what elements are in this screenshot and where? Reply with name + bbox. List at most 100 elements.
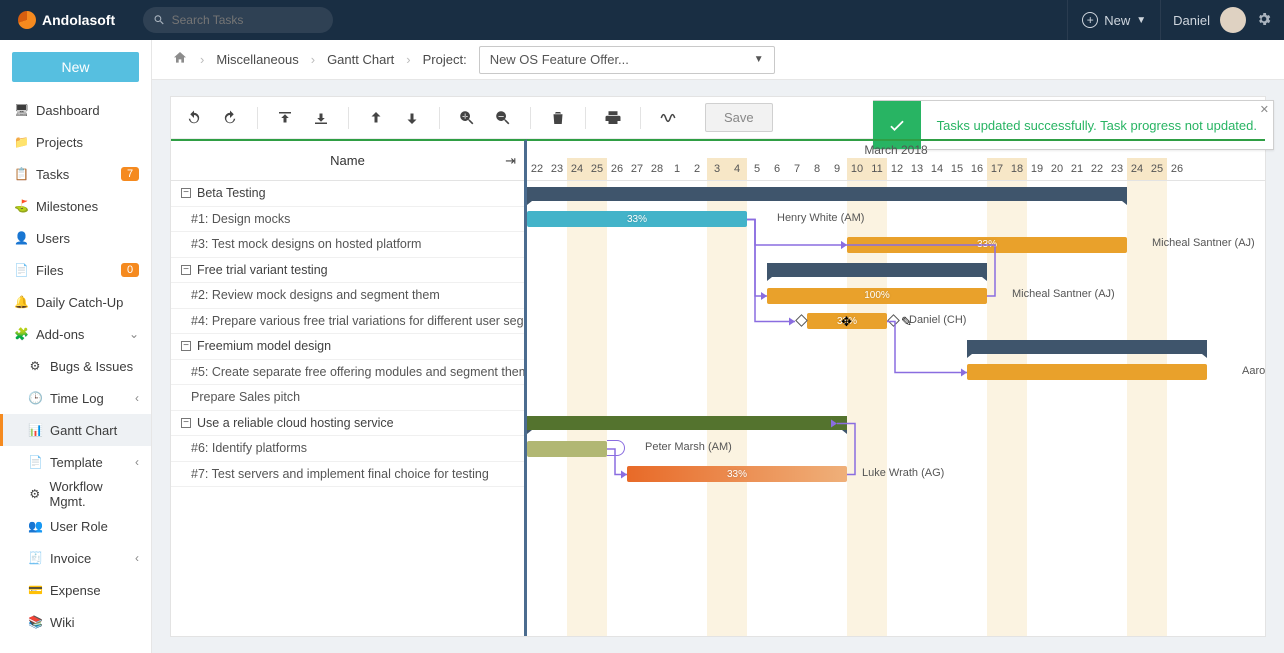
nav-icon: 📄: [28, 455, 42, 469]
sidebar-subitem[interactable]: 🕒Time Log‹: [0, 382, 151, 414]
task-group[interactable]: −Beta Testing: [171, 181, 524, 207]
zoom-out-button[interactable]: [494, 109, 512, 127]
nav-icon: 📁: [14, 135, 28, 149]
day-cell: 20: [1047, 158, 1067, 180]
day-cell: 15: [947, 158, 967, 180]
sidebar-item[interactable]: 🔔Daily Catch-Up: [0, 286, 151, 318]
nav-icon: 📚: [28, 615, 42, 629]
user-name: Daniel: [1173, 13, 1210, 28]
task-group[interactable]: −Free trial variant testing: [171, 258, 524, 284]
collapse-icon[interactable]: −: [181, 341, 191, 351]
critical-path-button[interactable]: [659, 109, 677, 127]
task-group[interactable]: −Freemium model design: [171, 334, 524, 360]
badge: 7: [121, 167, 139, 181]
summary-bar[interactable]: [527, 416, 847, 430]
chevron-down-icon: ▼: [1136, 15, 1146, 26]
undo-button[interactable]: [185, 109, 203, 127]
search-icon: [153, 13, 165, 27]
user-area[interactable]: Daniel: [1161, 7, 1284, 33]
task-row[interactable]: #3: Test mock designs on hosted platform: [171, 232, 524, 258]
sidebar-subitem[interactable]: ⚙Bugs & Issues: [0, 350, 151, 382]
crumb-3: Project:: [423, 52, 467, 67]
task-bar[interactable]: 33%: [847, 237, 1127, 253]
brand[interactable]: Andolasoft: [0, 11, 133, 29]
sidebar-item[interactable]: 👤Users: [0, 222, 151, 254]
gantt-timeline[interactable]: March 2018 22232425262728123456789101112…: [527, 139, 1265, 636]
day-cell: 11: [867, 158, 887, 180]
task-bar[interactable]: [527, 441, 607, 457]
edit-icon[interactable]: ✎: [901, 314, 912, 330]
crumb-1[interactable]: Miscellaneous: [216, 52, 298, 67]
day-cell: 1: [667, 158, 687, 180]
sidebar-item[interactable]: ⛳Milestones: [0, 190, 151, 222]
task-row[interactable]: #4: Prepare various free trial variation…: [171, 309, 524, 335]
resize-handle-icon[interactable]: [887, 314, 900, 327]
collapse-icon[interactable]: −: [181, 265, 191, 275]
print-icon: [604, 109, 622, 127]
chevron-left-icon: ‹: [135, 455, 139, 469]
nav-icon: 🕒: [28, 391, 42, 405]
task-row[interactable]: #2: Review mock designs and segment them: [171, 283, 524, 309]
day-cell: 8: [807, 158, 827, 180]
assignee-label: Aaron: [1242, 365, 1265, 377]
sidebar-item[interactable]: 📁Projects: [0, 126, 151, 158]
collapse-column-icon[interactable]: ⇥: [505, 153, 516, 169]
collapse-icon[interactable]: −: [181, 188, 191, 198]
task-bar[interactable]: [967, 364, 1207, 380]
task-group[interactable]: −Use a reliable cloud hosting service: [171, 411, 524, 437]
sidebar-item[interactable]: 📄Files0: [0, 254, 151, 286]
day-cell: 13: [907, 158, 927, 180]
sidebar-subitem[interactable]: ⚙Workflow Mgmt.: [0, 478, 151, 510]
nav-icon: 📋: [14, 167, 28, 181]
sidebar-subitem[interactable]: 👥User Role: [0, 510, 151, 542]
save-button[interactable]: Save: [705, 103, 773, 132]
assignee-label: Daniel (CH): [909, 314, 966, 326]
home-icon[interactable]: [172, 50, 188, 69]
settings-button[interactable]: [1256, 11, 1272, 30]
delete-button[interactable]: [549, 109, 567, 127]
task-row[interactable]: #1: Design mocks: [171, 207, 524, 233]
sidebar-item[interactable]: 🧩Add-ons⌄: [0, 318, 151, 350]
redo-button[interactable]: [221, 109, 239, 127]
move-down-button[interactable]: [403, 109, 421, 127]
search-box[interactable]: [143, 7, 333, 33]
summary-bar[interactable]: [967, 340, 1207, 354]
task-row[interactable]: #7: Test servers and implement final cho…: [171, 462, 524, 488]
task-row[interactable]: #6: Identify platforms: [171, 436, 524, 462]
project-select[interactable]: New OS Feature Offer... ▼: [479, 46, 775, 74]
sidebar-subitem[interactable]: 📊Gantt Chart: [0, 414, 151, 446]
task-row[interactable]: #5: Create separate free offering module…: [171, 360, 524, 386]
day-cell: 2: [687, 158, 707, 180]
summary-bar[interactable]: [527, 187, 1127, 201]
sidebar-subitem[interactable]: 📚Wiki: [0, 606, 151, 638]
task-bar[interactable]: 33%: [627, 466, 847, 482]
outdent-button[interactable]: [276, 109, 294, 127]
task-bar[interactable]: 33%: [527, 211, 747, 227]
nav-icon: 🖥: [14, 103, 28, 117]
zoom-in-button[interactable]: [458, 109, 476, 127]
collapse-icon[interactable]: −: [181, 418, 191, 428]
task-row[interactable]: Prepare Sales pitch: [171, 385, 524, 411]
main: › Miscellaneous › Gantt Chart › Project:…: [152, 40, 1284, 653]
gantt-panel: Save Name ⇥ −Beta Testing#1: Design mock…: [170, 96, 1266, 637]
move-up-button[interactable]: [367, 109, 385, 127]
sidebar-item[interactable]: 📋Tasks7: [0, 158, 151, 190]
search-input[interactable]: [172, 13, 324, 27]
sidebar-new-button[interactable]: New: [12, 52, 139, 82]
day-cell: 27: [627, 158, 647, 180]
day-cell: 19: [1027, 158, 1047, 180]
sidebar-subitem[interactable]: 🧾Invoice‹: [0, 542, 151, 574]
task-bar[interactable]: 100%: [767, 288, 987, 304]
day-cell: 4: [727, 158, 747, 180]
print-button[interactable]: [604, 109, 622, 127]
top-new-button[interactable]: + New ▼: [1068, 0, 1160, 40]
nav-icon: 📄: [14, 263, 28, 277]
indent-button[interactable]: [312, 109, 330, 127]
summary-bar[interactable]: [767, 263, 987, 277]
sidebar-subitem[interactable]: 📄Template‹: [0, 446, 151, 478]
sidebar-subitem[interactable]: 💳Expense: [0, 574, 151, 606]
resize-handle-icon[interactable]: [795, 314, 808, 327]
sidebar-item[interactable]: 🖥Dashboard: [0, 94, 151, 126]
close-icon[interactable]: ✕: [1260, 103, 1269, 116]
crumb-2[interactable]: Gantt Chart: [327, 52, 394, 67]
